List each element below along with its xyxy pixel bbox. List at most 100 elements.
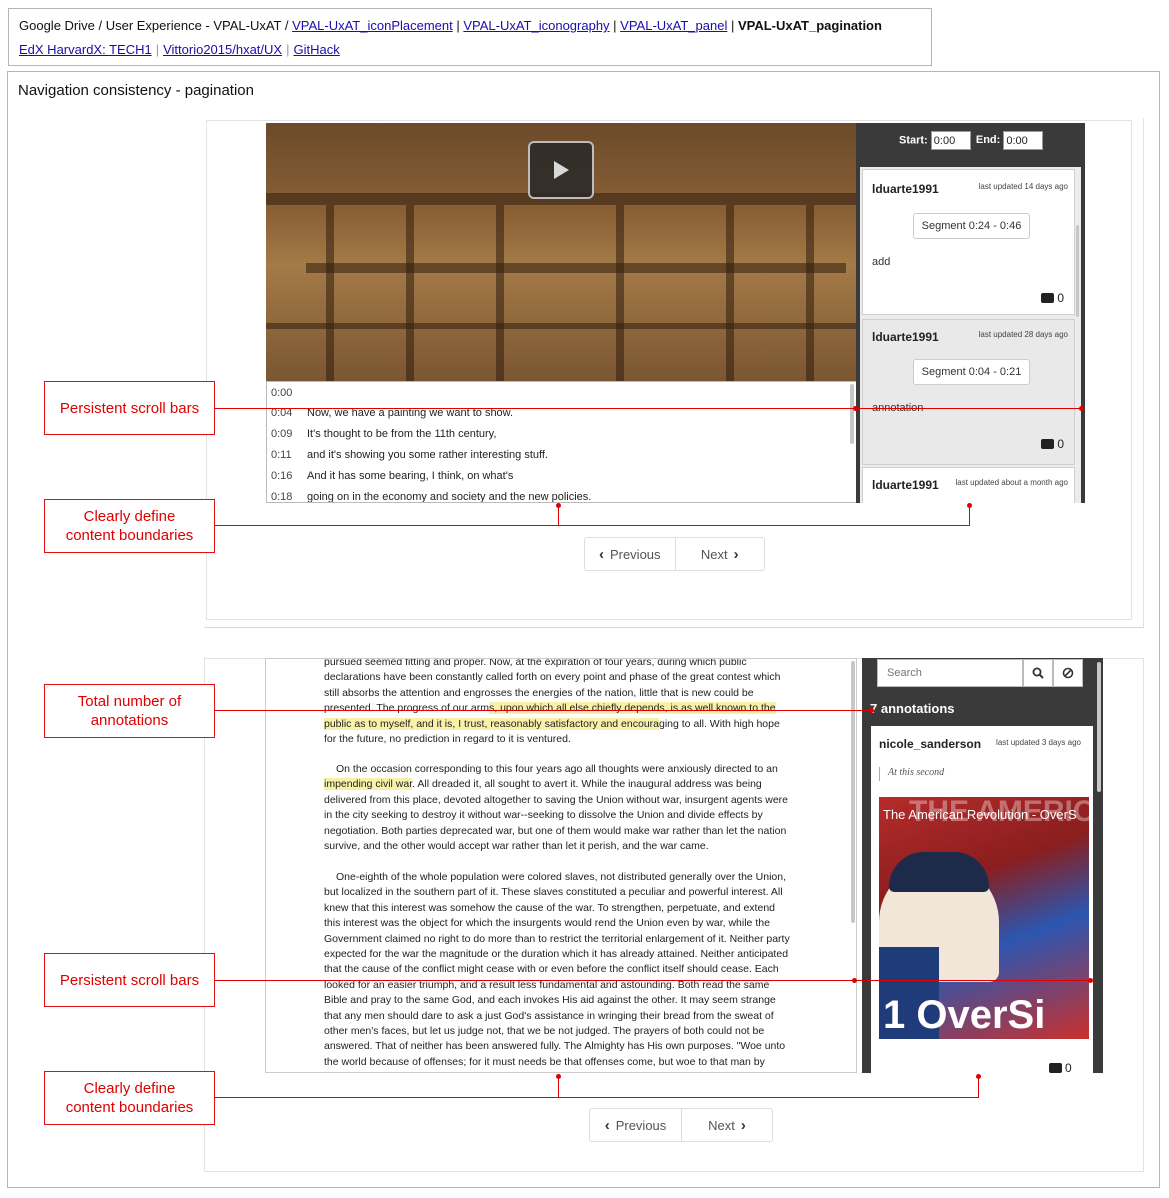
annotation-timestamp: last updated about a month ago <box>955 478 1068 487</box>
document-line: presented. The progress of our arms, upo… <box>324 701 812 716</box>
callout-text: Clearly define <box>83 1080 176 1097</box>
breadcrumb-link-iconplacement[interactable]: VPAL-UxAT_iconPlacement <box>292 18 453 33</box>
annotation-username: lduarte1991 <box>872 478 939 492</box>
comment-count[interactable]: 0 <box>1049 1061 1072 1075</box>
transcript-line[interactable]: 0:00 <box>271 387 307 399</box>
link-separator: | <box>155 42 160 57</box>
breadcrumb-separator: | <box>727 18 738 33</box>
document-paragraph: One-eighth of the whole population were … <box>324 870 812 1070</box>
callout-marker <box>967 503 972 508</box>
document-line: still absorbs the attention and engrosse… <box>324 686 754 699</box>
transcript-time: 0:11 <box>271 449 292 461</box>
annotation-list[interactable]: lduarte1991 last updated 14 days ago Seg… <box>860 167 1081 503</box>
painting-detail <box>726 205 734 381</box>
next-button[interactable]: Next › <box>681 1109 772 1141</box>
search-icon <box>1032 667 1044 679</box>
previous-button[interactable]: ‹ Previous <box>585 538 675 570</box>
play-button[interactable] <box>528 141 594 199</box>
document-paragraph: On the occasion corresponding to this fo… <box>324 762 812 854</box>
annotation-card[interactable]: nicole_sanderson last updated 3 days ago… <box>871 726 1093 1075</box>
breadcrumb-separator: | <box>609 18 621 33</box>
highlighted-annotation[interactable]: impending civil war <box>324 778 413 791</box>
chevron-left-icon: ‹ <box>604 1116 610 1134</box>
document-line: the world because of offenses; for it mu… <box>324 1055 765 1068</box>
callout-connector <box>215 408 1082 409</box>
thumbnail-brand: 1 OverSi <box>883 993 1046 1037</box>
chevron-right-icon: › <box>740 1116 746 1134</box>
document-line: pursued seemed fitting and proper. Now, … <box>324 658 747 668</box>
next-label: Next <box>708 1117 735 1133</box>
search-button[interactable] <box>1023 659 1053 687</box>
annotation-timestamp: last updated 3 days ago <box>996 738 1081 747</box>
transcript-time: 0:18 <box>271 491 293 503</box>
start-time-input[interactable] <box>930 131 971 150</box>
transcript-line[interactable]: 0:11 and it's showing you some rather int… <box>271 449 548 461</box>
top-navigation-box: Google Drive / User Experience - VPAL-Ux… <box>8 8 932 66</box>
transcript-scrollbar[interactable] <box>850 384 854 444</box>
transcript-time: 0:16 <box>271 470 293 482</box>
annotation-sidebar: 7 annotations nicole_sanderson last upda… <box>862 658 1103 1075</box>
document-line: for the future, no prediction in regard … <box>324 733 571 746</box>
highlighted-annotation[interactable]: s, upon which all else chiefly depends, … <box>488 702 776 715</box>
painting-detail <box>266 323 856 329</box>
breadcrumb-link-panel[interactable]: VPAL-UxAT_panel <box>620 18 727 33</box>
video-player[interactable] <box>266 123 856 381</box>
transcript-line[interactable]: 0:09 It's thought to be from the 11th cen… <box>271 428 496 440</box>
callout-connector <box>215 710 872 711</box>
comment-icon <box>1049 1063 1062 1073</box>
video-thumbnail[interactable]: The American Revolution - OverS THE AMER… <box>879 797 1089 1039</box>
previous-label: Previous <box>609 546 661 562</box>
painting-detail <box>806 205 814 381</box>
document-scrollbar[interactable] <box>851 661 855 923</box>
callout-marker <box>556 503 561 508</box>
painting-detail <box>406 205 414 381</box>
document-line: One-eighth of the whole population were … <box>336 871 787 883</box>
painting-detail <box>496 205 504 381</box>
document-panel[interactable]: pursued seemed fitting and proper. Now, … <box>265 658 857 1073</box>
annotation-card[interactable]: lduarte1991 last updated 28 days ago Seg… <box>862 319 1075 465</box>
search-input[interactable] <box>877 659 1023 687</box>
previous-button[interactable]: ‹ Previous <box>590 1109 681 1141</box>
comment-icon <box>1041 439 1055 449</box>
segment-button[interactable]: Segment 0:24 - 0:46 <box>913 213 1030 239</box>
related-links: EdX HarvardX: TECH1 | Vittorio2015/hxat/UX… <box>19 42 340 57</box>
document-text: presented. The progress of our arm <box>324 702 489 715</box>
callout-marker <box>1079 406 1084 411</box>
chevron-left-icon: ‹ <box>598 545 604 563</box>
document-text: ging to all. With high hope <box>659 717 780 730</box>
callout-text: Total number of <box>77 693 182 710</box>
comment-count[interactable]: 0 <box>1041 437 1064 451</box>
transcript-line[interactable]: 0:18 going on in the economy and society … <box>271 491 591 503</box>
callout-text: Persistent scroll bars <box>59 399 200 417</box>
breadcrumb-link-iconography[interactable]: VPAL-UxAT_iconography <box>463 18 609 33</box>
link-github-repo[interactable]: Vittorio2015/hxat/UX <box>163 42 282 57</box>
transcript-text: And it has some bearing, I think, on wha… <box>307 470 514 482</box>
next-label: Next <box>700 546 728 562</box>
callout-connector <box>558 506 559 526</box>
annotation-username: lduarte1991 <box>872 330 939 344</box>
highlighted-annotation[interactable]: public as to myself, and it is, I trust,… <box>324 717 659 730</box>
callout-marker <box>852 978 857 983</box>
annotation-username: lduarte1991 <box>872 182 939 196</box>
callout-marker <box>976 1074 981 1079</box>
link-githack[interactable]: GitHack <box>293 42 339 57</box>
transcript-line[interactable]: 0:16 And it has some bearing, I think, on… <box>271 470 513 482</box>
segment-button[interactable]: Segment 0:04 - 0:21 <box>913 359 1030 385</box>
end-time-input[interactable] <box>1003 131 1044 150</box>
annotation-scrollbar[interactable] <box>1097 662 1101 792</box>
link-edx-harvardx[interactable]: EdX HarvardX: TECH1 <box>19 42 152 57</box>
comment-count[interactable]: 0 <box>1041 291 1064 305</box>
annotation-timestamp: last updated 14 days ago <box>978 182 1068 191</box>
callout-connector <box>558 1077 559 1097</box>
callout-text: content boundaries <box>65 527 194 544</box>
transcript-panel[interactable]: 0:00 0:04 Now, we have a painting we want… <box>266 381 857 503</box>
annotation-scrollbar[interactable] <box>1076 225 1079 317</box>
annotation-card[interactable]: lduarte1991 last updated 14 days ago Seg… <box>862 169 1075 315</box>
next-button[interactable]: Next › <box>674 538 765 570</box>
annotation-card[interactable]: lduarte1991 last updated about a month a… <box>862 467 1075 503</box>
callout-text: annotations <box>90 712 169 729</box>
callout-total-annotations: Total number of annotations <box>44 684 215 738</box>
chevron-right-icon: › <box>733 545 739 563</box>
start-label: Start: <box>899 134 928 147</box>
clear-search-button[interactable] <box>1053 659 1083 687</box>
